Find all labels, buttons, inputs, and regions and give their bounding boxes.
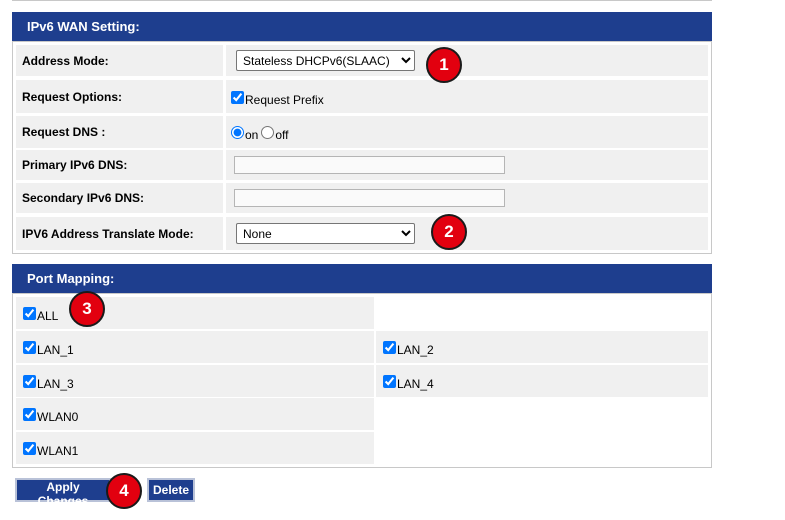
port-lan3-label: LAN_3	[37, 377, 74, 391]
annotation-badge-1: 1	[426, 47, 462, 83]
request-dns-off-radio[interactable]	[261, 126, 275, 139]
port-wlan1-checkbox[interactable]	[23, 442, 36, 455]
port-lan4-checkbox[interactable]	[383, 375, 396, 388]
port-lan3-option[interactable]: LAN_3	[22, 374, 74, 391]
port-row-wlan0: WLAN0	[16, 398, 374, 430]
port-row-lan3: LAN_3	[16, 365, 374, 397]
port-row-lan1: LAN_1	[16, 331, 374, 363]
annotation-badge-3: 3	[69, 291, 105, 327]
port-lan1-checkbox[interactable]	[23, 341, 36, 354]
apply-changes-button[interactable]: Apply Changes	[15, 478, 111, 508]
port-lan4-option[interactable]: LAN_4	[382, 374, 434, 391]
port-wlan0-label: WLAN0	[37, 410, 79, 424]
port-all-checkbox[interactable]	[23, 307, 36, 320]
port-row-lan2: LAN_2	[376, 331, 708, 363]
port-lan1-option[interactable]: LAN_1	[22, 340, 74, 357]
secondary-dns-label: Secondary IPv6 DNS:	[16, 183, 223, 213]
translate-mode-label: IPV6 Address Translate Mode:	[16, 217, 223, 250]
delete-button[interactable]: Delete	[147, 478, 195, 502]
request-dns-on-label: on	[245, 128, 259, 142]
secondary-dns-cell	[226, 183, 708, 213]
request-dns-off-label: off	[275, 128, 289, 142]
port-lan3-checkbox[interactable]	[23, 375, 36, 388]
ipv6-wan-header: IPv6 WAN Setting:	[12, 12, 712, 41]
primary-dns-label: Primary IPv6 DNS:	[16, 150, 223, 180]
annotation-badge-4: 4	[106, 473, 142, 509]
request-prefix-label: Request Prefix	[245, 92, 324, 107]
port-all-label: ALL	[37, 309, 59, 323]
port-lan1-label: LAN_1	[37, 343, 74, 357]
port-lan2-checkbox[interactable]	[383, 341, 396, 354]
primary-dns-cell	[226, 150, 708, 180]
port-lan2-label: LAN_2	[397, 343, 434, 357]
request-dns-off-option[interactable]: off	[260, 125, 289, 142]
port-all-option[interactable]: ALL	[22, 306, 59, 323]
port-mapping-header: Port Mapping:	[12, 264, 712, 293]
address-mode-label: Address Mode:	[16, 45, 223, 76]
port-wlan1-option[interactable]: WLAN1	[22, 441, 79, 458]
address-mode-cell: Stateless DHCPv6(SLAAC)	[226, 45, 708, 76]
port-wlan0-option[interactable]: WLAN0	[22, 407, 79, 424]
request-dns-cell: on off	[226, 116, 708, 148]
port-row-lan4: LAN_4	[376, 365, 708, 397]
port-wlan0-checkbox[interactable]	[23, 408, 36, 421]
translate-mode-select[interactable]: None	[236, 223, 415, 244]
annotation-badge-2: 2	[431, 214, 467, 250]
port-row-wlan1: WLAN1	[16, 432, 374, 464]
address-mode-select[interactable]: Stateless DHCPv6(SLAAC)	[236, 50, 415, 71]
request-dns-on-radio[interactable]	[231, 126, 244, 139]
previous-section-bottom	[12, 0, 712, 1]
translate-mode-cell: None	[226, 217, 708, 250]
secondary-dns-input[interactable]	[234, 189, 505, 207]
port-wlan1-label: WLAN1	[37, 444, 79, 458]
request-dns-on-option[interactable]: on	[230, 125, 259, 142]
request-dns-label: Request DNS :	[16, 116, 223, 148]
request-prefix-option[interactable]: Request Prefix	[230, 90, 324, 107]
request-options-label: Request Options:	[16, 80, 223, 113]
port-lan2-option[interactable]: LAN_2	[382, 340, 434, 357]
request-prefix-checkbox[interactable]	[231, 90, 244, 104]
primary-dns-input[interactable]	[234, 156, 505, 174]
request-options-cell: Request Prefix	[226, 80, 708, 113]
port-lan4-label: LAN_4	[397, 377, 434, 391]
